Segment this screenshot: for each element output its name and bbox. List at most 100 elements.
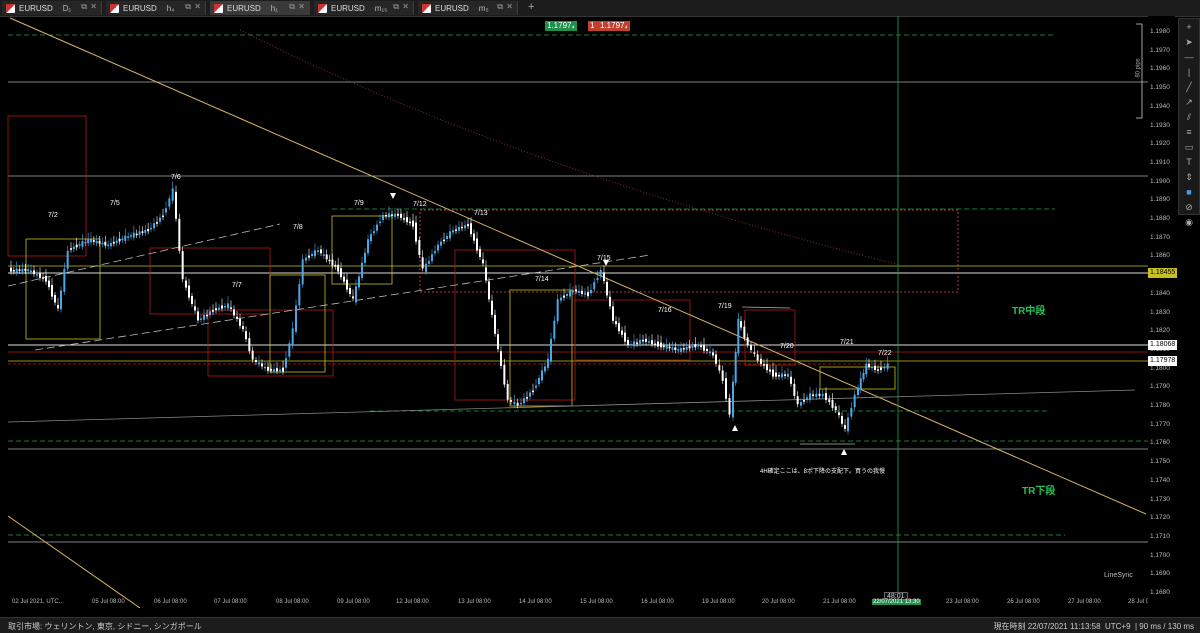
ray-icon[interactable]: ↗ [1182,96,1196,109]
candle-body [781,373,783,378]
add-tab-icon[interactable]: + [528,1,534,13]
timezone-selector[interactable]: UTC+9 [1105,622,1131,631]
candle-body [685,347,688,350]
candle-body [27,269,30,272]
candle-body [87,238,90,244]
close-icon[interactable]: ✕ [402,2,409,11]
candle-body [815,393,818,397]
status-bar: 取引市場: ウェリントン, 東京, シドニー, シンガポール 現在時刻 22/0… [0,617,1200,633]
time-axis[interactable]: 02 Jul 2021, UTC... 05 Jul 08:00 06 Jul 08… [0,598,1161,610]
candle-body [838,412,840,416]
lock-icon[interactable]: ⊘ [1182,201,1196,214]
measure-icon[interactable]: ⇕ [1182,171,1196,184]
tab-symbol: EURUSD [19,3,53,13]
price-axis[interactable]: 1.1980 1.1970 1.1960 1.1950 1.1940 1.1930 1.19… [1148,16,1175,608]
close-icon[interactable]: ✕ [298,2,305,11]
yellow-box [25,238,101,340]
candle-body [110,242,112,247]
candle-body [191,296,193,304]
candle-body [550,338,552,362]
date-label: 7/12 [413,201,427,208]
candle-body [70,248,72,250]
tab-eurusd-m5[interactable]: EURUSD m₅ ⧉ ✕ [418,1,518,15]
detach-icon[interactable]: ⧉ [497,2,503,12]
tab-eurusd-m15[interactable]: EURUSD m₁₅ ⧉ ✕ [314,1,414,15]
candle-body [461,226,463,229]
detach-icon[interactable]: ⧉ [81,2,87,12]
candle-body [255,360,257,362]
candle-body [72,246,75,250]
time-tick-label: 02 Jul 2021, UTC... [12,599,64,605]
red-box [207,309,334,377]
tab-symbol: EURUSD [435,3,469,13]
candle-body [654,343,656,346]
eye-icon[interactable]: ◉ [1182,216,1196,229]
detach-icon[interactable]: ⧉ [289,2,295,12]
candle-body [288,343,291,357]
shape-icon[interactable]: ■ [1182,186,1196,199]
candle-body [279,369,281,372]
candle-body [135,233,138,236]
candle-body [54,295,56,303]
candle-body [844,425,846,429]
candle-body [769,369,771,372]
candle-body [772,369,774,377]
candle-body [587,292,589,297]
candle-body [159,217,161,222]
candle-body [821,394,824,397]
detach-icon[interactable]: ⧉ [393,2,399,12]
candle-body [470,223,472,235]
candle-body [218,307,220,310]
time-tick-label: 05 Jul 08:00 [92,599,125,605]
sell-price-button[interactable]: 1.1797₄ [545,21,577,31]
candle-body [491,300,493,315]
tab-eurusd-d1[interactable]: EURUSD D₁ ⧉ ✕ [2,1,102,15]
trendline-icon[interactable]: ╱ [1182,81,1196,94]
candle-body [138,231,141,236]
time-tick-label: 22/07/2021 13:30 [872,599,921,605]
tab-eurusd-h1[interactable]: EURUSD h₁ ⧉ ✕ [210,1,310,15]
candle-body [497,334,499,350]
channel-icon[interactable]: ⫽ [1182,111,1196,124]
time-tick-label: 20 Jul 08:00 [762,599,795,605]
candle-body [437,244,439,251]
candle-body [473,233,475,241]
crosshair-icon[interactable]: + [1182,21,1196,34]
candle-body [81,241,84,247]
text-icon[interactable]: T [1182,156,1196,169]
candle-body [12,270,15,272]
candle-body [75,244,78,248]
horizontal-line-icon[interactable]: — [1182,51,1196,64]
candle-body [560,297,562,301]
tab-eurusd-h4[interactable]: EURUSD h₄ ⧉ ✕ [106,1,206,15]
candle-body [834,406,837,410]
price-tick-label: 1.1820 [1150,327,1170,335]
close-icon[interactable]: ✕ [90,2,97,11]
candle-body [156,222,158,224]
rectangle-icon[interactable]: ▭ [1182,141,1196,154]
vertical-line-icon[interactable]: | [1182,66,1196,79]
candle-body [295,305,297,332]
cursor-icon[interactable]: ➤ [1182,36,1196,49]
candle-body [609,296,611,307]
candle-body [874,365,876,370]
candle-body [311,254,313,256]
close-icon[interactable]: ✕ [506,2,513,11]
date-label: 7/20 [780,343,794,350]
price-chart[interactable] [0,16,1148,608]
note-annotation: 4H確定ここは、8ポ下降の支配下。買うの我慢 [760,469,886,475]
close-icon[interactable]: ✕ [194,2,201,11]
tr-mid-annotation: TR中段 [1012,306,1046,317]
buy-price-button[interactable]: 1.1797₄ [598,21,630,31]
candle-body [406,217,408,223]
candle-body [337,264,340,272]
time-tick-label: 09 Jul 08:00 [337,599,370,605]
candle-body [397,213,399,216]
red-box [744,309,796,366]
current-price-tag: 1.18455 [1148,268,1178,278]
candle-body [847,417,849,432]
candle-body [572,290,574,292]
fibonacci-icon[interactable]: ≡ [1182,126,1196,139]
detach-icon[interactable]: ⧉ [185,2,191,12]
candle-body [245,331,247,340]
